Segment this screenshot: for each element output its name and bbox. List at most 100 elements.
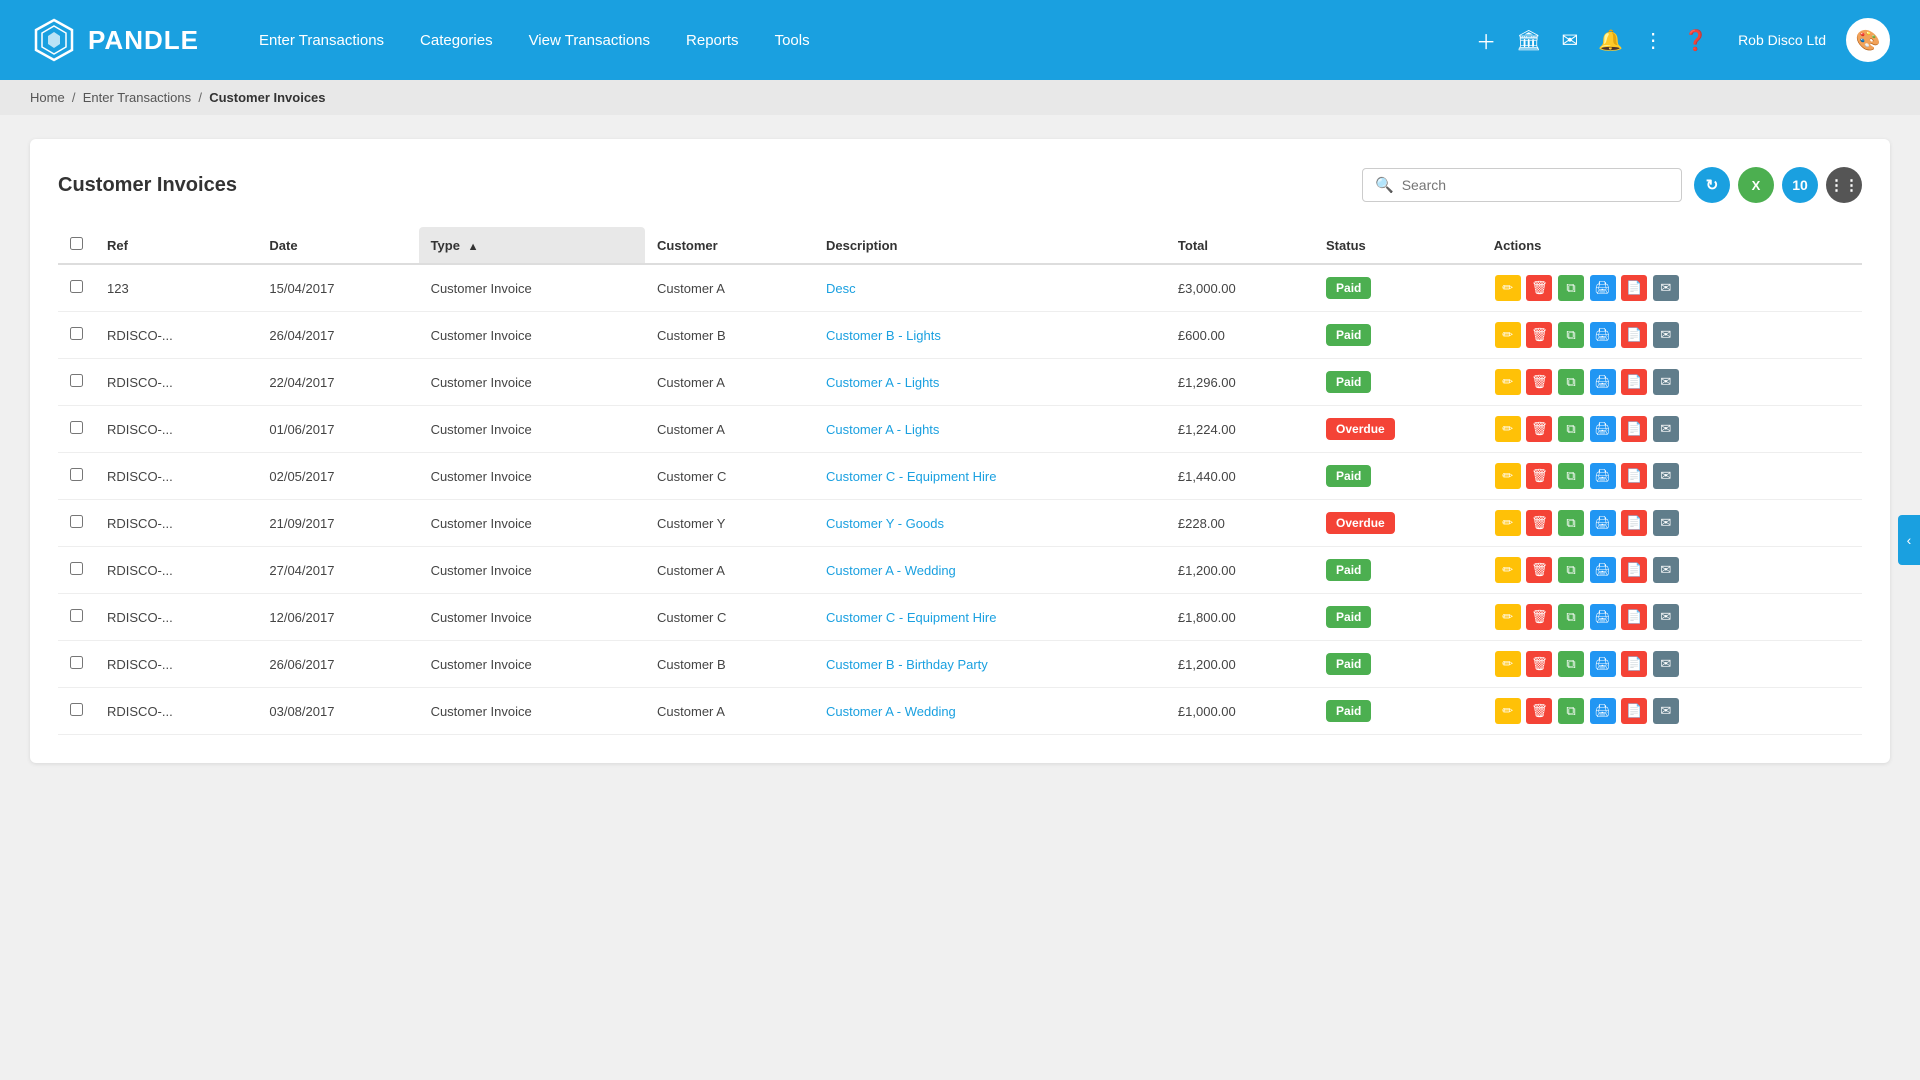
print-button[interactable]: 🖨 bbox=[1590, 463, 1616, 489]
delete-button[interactable]: 🗑 bbox=[1526, 604, 1552, 630]
avatar[interactable]: 🎨 bbox=[1846, 18, 1890, 62]
nav-categories[interactable]: Categories bbox=[420, 32, 493, 49]
row-select-checkbox[interactable] bbox=[70, 327, 83, 340]
copy-button[interactable]: ⧉ bbox=[1558, 416, 1584, 442]
edit-button[interactable]: ✏ bbox=[1495, 698, 1521, 724]
copy-button[interactable]: ⧉ bbox=[1558, 463, 1584, 489]
col-type[interactable]: Type ▲ bbox=[419, 227, 645, 264]
search-box[interactable]: 🔍 bbox=[1362, 168, 1682, 202]
email-button[interactable]: ✉ bbox=[1653, 322, 1679, 348]
edit-button[interactable]: ✏ bbox=[1495, 604, 1521, 630]
delete-button[interactable]: 🗑 bbox=[1526, 651, 1552, 677]
copy-button[interactable]: ⧉ bbox=[1558, 698, 1584, 724]
description-link[interactable]: Customer A - Lights bbox=[826, 375, 939, 390]
email-button[interactable]: ✉ bbox=[1653, 604, 1679, 630]
bank-icon[interactable]: 🏛 bbox=[1516, 28, 1541, 53]
delete-button[interactable]: 🗑 bbox=[1526, 510, 1552, 536]
email-button[interactable]: ✉ bbox=[1653, 651, 1679, 677]
row-select-checkbox[interactable] bbox=[70, 562, 83, 575]
email-button[interactable]: ✉ bbox=[1653, 369, 1679, 395]
edit-button[interactable]: ✏ bbox=[1495, 322, 1521, 348]
edit-button[interactable]: ✏ bbox=[1495, 463, 1521, 489]
copy-button[interactable]: ⧉ bbox=[1558, 604, 1584, 630]
delete-button[interactable]: 🗑 bbox=[1526, 557, 1552, 583]
email-button[interactable]: ✉ bbox=[1653, 698, 1679, 724]
row-select-checkbox[interactable] bbox=[70, 421, 83, 434]
email-button[interactable]: ✉ bbox=[1653, 463, 1679, 489]
description-link[interactable]: Customer A - Lights bbox=[826, 422, 939, 437]
delete-button[interactable]: 🗑 bbox=[1526, 463, 1552, 489]
breadcrumb-home[interactable]: Home bbox=[30, 90, 65, 105]
logo[interactable]: PANDLE bbox=[30, 16, 199, 64]
sidebar-toggle[interactable]: ‹ bbox=[1898, 515, 1920, 565]
pdf-button[interactable]: 📄 bbox=[1621, 604, 1647, 630]
delete-button[interactable]: 🗑 bbox=[1526, 369, 1552, 395]
print-button[interactable]: 🖨 bbox=[1590, 322, 1616, 348]
copy-button[interactable]: ⧉ bbox=[1558, 369, 1584, 395]
edit-button[interactable]: ✏ bbox=[1495, 557, 1521, 583]
row-select-checkbox[interactable] bbox=[70, 703, 83, 716]
print-button[interactable]: 🖨 bbox=[1590, 275, 1616, 301]
description-link[interactable]: Customer C - Equipment Hire bbox=[826, 469, 997, 484]
pdf-button[interactable]: 📄 bbox=[1621, 322, 1647, 348]
row-select-checkbox[interactable] bbox=[70, 468, 83, 481]
excel-button[interactable]: X bbox=[1738, 167, 1774, 203]
delete-button[interactable]: 🗑 bbox=[1526, 698, 1552, 724]
print-button[interactable]: 🖨 bbox=[1590, 557, 1616, 583]
delete-button[interactable]: 🗑 bbox=[1526, 416, 1552, 442]
pdf-button[interactable]: 📄 bbox=[1621, 416, 1647, 442]
print-button[interactable]: 🖨 bbox=[1590, 698, 1616, 724]
print-button[interactable]: 🖨 bbox=[1590, 651, 1616, 677]
description-link[interactable]: Customer B - Lights bbox=[826, 328, 941, 343]
description-link[interactable]: Customer B - Birthday Party bbox=[826, 657, 988, 672]
edit-button[interactable]: ✏ bbox=[1495, 510, 1521, 536]
nav-view-transactions[interactable]: View Transactions bbox=[529, 32, 650, 49]
bell-icon[interactable]: 🔔 bbox=[1598, 28, 1623, 53]
nav-enter-transactions[interactable]: Enter Transactions bbox=[259, 32, 384, 49]
print-button[interactable]: 🖨 bbox=[1590, 604, 1616, 630]
print-button[interactable]: 🖨 bbox=[1590, 369, 1616, 395]
pdf-button[interactable]: 📄 bbox=[1621, 369, 1647, 395]
mail-icon[interactable]: ✉ bbox=[1561, 28, 1578, 53]
description-link[interactable]: Customer C - Equipment Hire bbox=[826, 610, 997, 625]
delete-button[interactable]: 🗑 bbox=[1526, 275, 1552, 301]
email-button[interactable]: ✉ bbox=[1653, 275, 1679, 301]
nav-tools[interactable]: Tools bbox=[775, 32, 810, 49]
description-link[interactable]: Customer A - Wedding bbox=[826, 563, 956, 578]
copy-button[interactable]: ⧉ bbox=[1558, 557, 1584, 583]
row-select-checkbox[interactable] bbox=[70, 374, 83, 387]
more-icon[interactable]: ⋮ bbox=[1643, 28, 1663, 53]
edit-button[interactable]: ✏ bbox=[1495, 369, 1521, 395]
email-button[interactable]: ✉ bbox=[1653, 510, 1679, 536]
refresh-button[interactable]: ↻ bbox=[1694, 167, 1730, 203]
edit-button[interactable]: ✏ bbox=[1495, 651, 1521, 677]
add-icon[interactable]: ＋ bbox=[1476, 26, 1496, 55]
pdf-button[interactable]: 📄 bbox=[1621, 510, 1647, 536]
description-link[interactable]: Desc bbox=[826, 281, 856, 296]
edit-button[interactable]: ✏ bbox=[1495, 416, 1521, 442]
copy-button[interactable]: ⧉ bbox=[1558, 651, 1584, 677]
copy-button[interactable]: ⧉ bbox=[1558, 275, 1584, 301]
breadcrumb-enter-transactions[interactable]: Enter Transactions bbox=[83, 90, 191, 105]
copy-button[interactable]: ⧉ bbox=[1558, 510, 1584, 536]
edit-button[interactable]: ✏ bbox=[1495, 275, 1521, 301]
print-button[interactable]: 🖨 bbox=[1590, 510, 1616, 536]
help-icon[interactable]: ❓ bbox=[1683, 28, 1708, 53]
pdf-button[interactable]: 📄 bbox=[1621, 557, 1647, 583]
search-input[interactable] bbox=[1402, 177, 1669, 193]
email-button[interactable]: ✉ bbox=[1653, 416, 1679, 442]
count-button[interactable]: 10 bbox=[1782, 167, 1818, 203]
row-select-checkbox[interactable] bbox=[70, 515, 83, 528]
email-button[interactable]: ✉ bbox=[1653, 557, 1679, 583]
description-link[interactable]: Customer A - Wedding bbox=[826, 704, 956, 719]
description-link[interactable]: Customer Y - Goods bbox=[826, 516, 944, 531]
copy-button[interactable]: ⧉ bbox=[1558, 322, 1584, 348]
pdf-button[interactable]: 📄 bbox=[1621, 463, 1647, 489]
nav-reports[interactable]: Reports bbox=[686, 32, 739, 49]
row-select-checkbox[interactable] bbox=[70, 656, 83, 669]
columns-button[interactable]: ⋮⋮ bbox=[1826, 167, 1862, 203]
pdf-button[interactable]: 📄 bbox=[1621, 275, 1647, 301]
row-select-checkbox[interactable] bbox=[70, 280, 83, 293]
pdf-button[interactable]: 📄 bbox=[1621, 651, 1647, 677]
row-select-checkbox[interactable] bbox=[70, 609, 83, 622]
